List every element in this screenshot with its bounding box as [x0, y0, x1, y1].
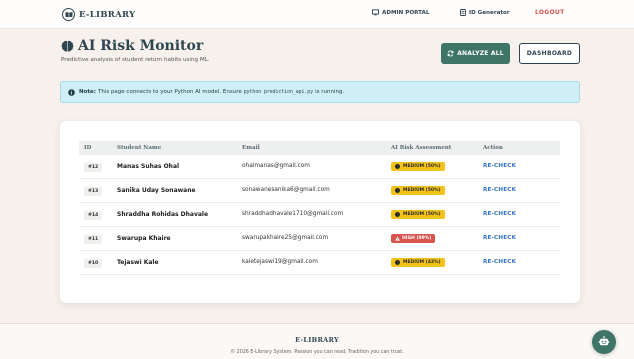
footer-copyright: © 2026 E-Library System. Passion you can…: [230, 350, 404, 355]
table-row: #10 Tejaswi Kale kaletejaswi19@gmail.com…: [79, 251, 560, 275]
student-email: ohalmanas@gmail.com: [242, 163, 310, 169]
chatbot-button[interactable]: [592, 330, 616, 354]
table-row: #12 Manas Suhas Ohal ohalmanas@gmail.com…: [79, 155, 560, 179]
risk-label: MEDIUM (50%): [403, 212, 441, 217]
risk-badge: MEDIUM (50%): [391, 186, 445, 195]
column-header-id: ID: [84, 145, 92, 151]
nav-id-generator[interactable]: ID Generator: [460, 9, 510, 16]
risk-dot-icon: [395, 164, 400, 169]
note-text-after: is running.: [315, 89, 345, 95]
risk-badge: HIGH (99%): [391, 234, 436, 243]
logout-button[interactable]: LOGOUT: [535, 9, 565, 16]
student-id: #13: [84, 187, 103, 196]
student-email: shraddhadhavale1710@gmail.com: [242, 211, 344, 217]
student-id: #11: [84, 235, 103, 244]
id-card-icon: [460, 9, 466, 16]
student-name: Shraddha Rohidas Dhavale: [117, 211, 209, 218]
risk-label: MEDIUM (43%): [403, 260, 441, 265]
nav-admin-label: ADMIN PORTAL: [382, 9, 430, 16]
risk-label: HIGH (99%): [402, 236, 432, 241]
page-title: AI Risk Monitor: [78, 38, 204, 54]
brand-name: E-LIBRARY: [79, 9, 136, 20]
brand-link[interactable]: E-LIBRARY: [62, 8, 136, 21]
robot-icon: [598, 336, 610, 346]
recheck-button[interactable]: RE-CHECK: [483, 211, 516, 217]
student-id: #10: [84, 259, 103, 268]
table-row: #14 Shraddha Rohidas Dhavale shraddhadha…: [79, 203, 560, 227]
column-header-risk: AI Risk Assessment: [391, 145, 452, 151]
student-name: Manas Suhas Ohal: [117, 163, 180, 170]
risk-label: MEDIUM (50%): [403, 188, 441, 193]
student-name: Tejaswi Kale: [117, 259, 159, 266]
nav-admin-portal[interactable]: ADMIN PORTAL: [372, 9, 429, 16]
student-name: Sanika Uday Sonawane: [117, 187, 196, 194]
navbar: E-LIBRARY ADMIN PORTAL ID Generator LOGO…: [0, 0, 634, 29]
analyze-all-button[interactable]: ANALYZE ALL: [441, 43, 510, 64]
footer-title: E-LIBRARY: [295, 336, 339, 344]
recheck-button[interactable]: RE-CHECK: [483, 163, 516, 169]
students-card: ID Student Name Email AI Risk Assessment…: [60, 121, 580, 303]
student-email: kaletejaswi19@gmail.com: [242, 259, 318, 265]
student-name: Swarupa Khaire: [117, 235, 171, 242]
recheck-button[interactable]: RE-CHECK: [483, 259, 516, 265]
dashboard-button[interactable]: DASHBOARD: [519, 43, 580, 64]
page-subtitle: Predictive analysis of student return ha…: [61, 57, 210, 63]
footer: E-LIBRARY © 2026 E-Library System. Passi…: [0, 323, 634, 359]
risk-badge: MEDIUM (43%): [391, 258, 445, 267]
nav-id-generator-label: ID Generator: [469, 9, 510, 16]
analyze-all-label: ANALYZE ALL: [457, 50, 504, 57]
student-id: #14: [84, 211, 103, 220]
student-email: swarupakhaire25@gmail.com: [242, 235, 329, 241]
note-label: Note:: [79, 89, 96, 95]
info-icon: [68, 88, 75, 96]
note-code: python prediction_api.py: [243, 89, 314, 95]
risk-dot-icon: [395, 188, 400, 193]
table-row: #13 Sanika Uday Sonawane sonawanesanika6…: [79, 179, 560, 203]
risk-badge: MEDIUM (50%): [391, 210, 445, 219]
info-note: Note: This page connects to your Python …: [60, 81, 580, 103]
column-header-name: Student Name: [117, 145, 162, 151]
recheck-button[interactable]: RE-CHECK: [483, 235, 516, 241]
brain-icon: [61, 40, 74, 52]
student-email: sonawanesanika6@gmail.com: [242, 187, 330, 193]
page-header: AI Risk Monitor: [61, 38, 203, 54]
refresh-icon: [447, 50, 454, 57]
table-header: ID Student Name Email AI Risk Assessment…: [79, 141, 560, 155]
risk-dot-icon: [395, 260, 400, 265]
book-icon: [62, 8, 75, 21]
warning-icon: [395, 236, 400, 241]
monitor-icon: [372, 9, 379, 16]
column-header-action: Action: [483, 145, 503, 151]
risk-badge: MEDIUM (50%): [391, 162, 445, 171]
risk-dot-icon: [395, 212, 400, 217]
table-row: #11 Swarupa Khaire swarupakhaire25@gmail…: [79, 227, 560, 251]
column-header-email: Email: [242, 145, 260, 151]
risk-label: MEDIUM (50%): [403, 164, 441, 169]
recheck-button[interactable]: RE-CHECK: [483, 187, 516, 193]
student-id: #12: [84, 163, 103, 172]
note-text: This page connects to your Python AI mod…: [97, 89, 242, 95]
